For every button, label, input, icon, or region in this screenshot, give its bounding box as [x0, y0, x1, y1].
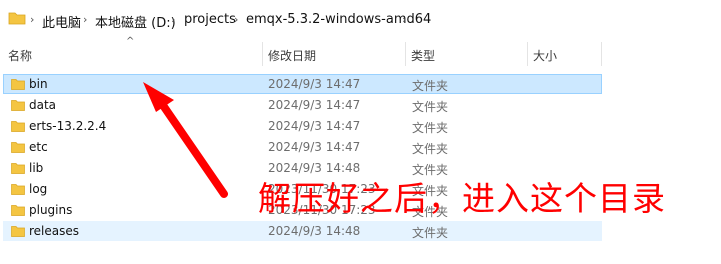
annotation-text: 解压好之后，进入这个目录 — [258, 179, 666, 218]
red-arrow — [143, 82, 228, 198]
